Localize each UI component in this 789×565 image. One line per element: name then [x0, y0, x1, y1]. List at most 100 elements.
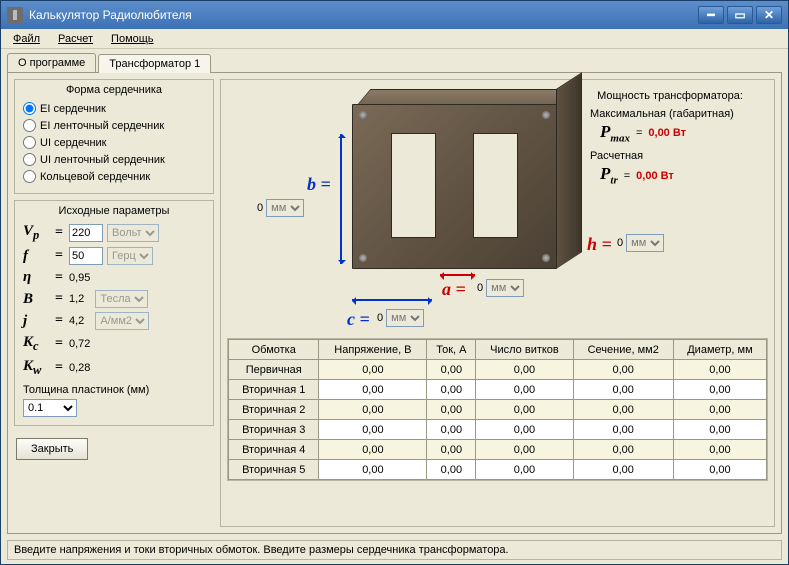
param-eta: η= 0,95	[23, 267, 205, 288]
table-cell[interactable]: 0,00	[673, 360, 766, 380]
tabstrip: О программе Трансформатор 1	[1, 49, 788, 72]
radio-ui[interactable]: UI сердечник	[23, 134, 205, 151]
table-cell[interactable]: 0,00	[319, 380, 427, 400]
f-unit: Герц	[107, 247, 153, 265]
close-button[interactable]: Закрыть	[16, 438, 88, 460]
table-row: Вторичная 30,000,000,000,000,00	[229, 420, 767, 440]
table-row: Вторичная 20,000,000,000,000,00	[229, 400, 767, 420]
power-title: Мощность трансформатора:	[576, 90, 764, 102]
param-vp: Vp = Вольт	[23, 221, 205, 245]
titlebar: Калькулятор Радиолюбителя ━ ▭ ✕	[1, 1, 788, 29]
table-cell[interactable]: 0,00	[319, 440, 427, 460]
winding-name: Вторичная 3	[229, 420, 319, 440]
param-f: f= Герц	[23, 245, 205, 267]
core-front-face	[352, 104, 557, 269]
dim-h-input-group: 0 мм	[617, 234, 664, 252]
minimize-button[interactable]: ━	[698, 6, 724, 24]
table-cell[interactable]: 0,00	[476, 360, 573, 380]
menubar: Файл Расчет Помощь	[1, 29, 788, 49]
kc-value: 0,72	[69, 338, 90, 350]
table-row: Вторичная 50,000,000,000,000,00	[229, 460, 767, 480]
vp-unit: Вольт	[107, 224, 159, 242]
thickness-row: Толщина пластинок (мм) 0.1	[23, 380, 205, 417]
table-cell[interactable]: 0,00	[319, 420, 427, 440]
ptr-value: 0,00 Вт	[636, 170, 674, 182]
f-input[interactable]	[69, 247, 103, 265]
dim-h-unit[interactable]: мм	[626, 234, 664, 252]
core-diagram: b = c = a = h = 0 мм 0 мм	[227, 84, 768, 334]
tab-transformer-1[interactable]: Трансформатор 1	[98, 54, 211, 73]
b-unit: Тесла	[95, 290, 148, 308]
winding-name: Вторичная 4	[229, 440, 319, 460]
table-cell[interactable]: 0,00	[673, 400, 766, 420]
core-window-left	[391, 133, 436, 238]
table-cell[interactable]: 0,00	[427, 380, 476, 400]
dim-a-unit[interactable]: мм	[486, 279, 524, 297]
table-cell[interactable]: 0,00	[573, 420, 673, 440]
screw-icon	[359, 254, 367, 262]
close-window-button[interactable]: ✕	[756, 6, 782, 24]
table-cell[interactable]: 0,00	[573, 460, 673, 480]
app-window: Калькулятор Радиолюбителя ━ ▭ ✕ Файл Рас…	[0, 0, 789, 565]
table-cell[interactable]: 0,00	[427, 460, 476, 480]
b-value: 1,2	[69, 293, 84, 305]
table-cell[interactable]: 0,00	[427, 420, 476, 440]
screw-icon	[542, 254, 550, 262]
winding-name: Первичная	[229, 360, 319, 380]
tab-about[interactable]: О программе	[7, 53, 96, 72]
menu-calc[interactable]: Расчет	[50, 31, 101, 47]
arrow-a	[440, 274, 475, 276]
core-window-right	[473, 133, 518, 238]
table-cell[interactable]: 0,00	[673, 440, 766, 460]
table-cell[interactable]: 0,00	[573, 400, 673, 420]
screw-icon	[542, 111, 550, 119]
table-cell[interactable]: 0,00	[427, 360, 476, 380]
dim-c-input-group: 0 мм	[377, 309, 424, 327]
param-kw: Kw =0,28	[23, 356, 205, 380]
j-unit: А/мм2	[95, 312, 149, 330]
table-cell[interactable]: 0,00	[319, 400, 427, 420]
radio-ui-tape[interactable]: UI ленточный сердечник	[23, 151, 205, 168]
core-shape-group: Форма сердечника EI сердечник EI ленточн…	[14, 79, 214, 194]
winding-name: Вторичная 2	[229, 400, 319, 420]
tabpage: Форма сердечника EI сердечник EI ленточн…	[7, 72, 782, 534]
menu-help[interactable]: Помощь	[103, 31, 162, 47]
table-cell[interactable]: 0,00	[673, 380, 766, 400]
table-cell[interactable]: 0,00	[573, 360, 673, 380]
table-cell[interactable]: 0,00	[476, 380, 573, 400]
table-cell[interactable]: 0,00	[476, 420, 573, 440]
dim-b-unit[interactable]: мм	[266, 199, 304, 217]
table-cell[interactable]: 0,00	[573, 380, 673, 400]
thickness-select[interactable]: 0.1	[23, 399, 77, 417]
radio-toroid[interactable]: Кольцевой сердечник	[23, 168, 205, 185]
window-title: Калькулятор Радиолюбителя	[29, 8, 698, 22]
table-cell[interactable]: 0,00	[673, 460, 766, 480]
table-cell[interactable]: 0,00	[476, 460, 573, 480]
table-cell[interactable]: 0,00	[573, 440, 673, 460]
table-cell[interactable]: 0,00	[476, 400, 573, 420]
maximize-button[interactable]: ▭	[727, 6, 753, 24]
table-cell[interactable]: 0,00	[427, 440, 476, 460]
radio-ei[interactable]: EI сердечник	[23, 100, 205, 117]
table-row: Вторичная 40,000,000,000,000,00	[229, 440, 767, 460]
table-cell[interactable]: 0,00	[673, 420, 766, 440]
table-cell[interactable]: 0,00	[319, 360, 427, 380]
statusbar: Введите напряжения и токи вторичных обмо…	[7, 540, 782, 560]
menu-file[interactable]: Файл	[5, 31, 48, 47]
table-cell[interactable]: 0,00	[427, 400, 476, 420]
j-value: 4,2	[69, 315, 84, 327]
kw-value: 0,28	[69, 362, 90, 374]
table-row: Вторичная 10,000,000,000,000,00	[229, 380, 767, 400]
app-icon	[7, 7, 23, 23]
dim-c-unit[interactable]: мм	[386, 309, 424, 327]
vp-input[interactable]	[69, 224, 103, 242]
windings-table: Обмотка Напряжение, В Ток, А Число витко…	[227, 338, 768, 481]
radio-ei-tape[interactable]: EI ленточный сердечник	[23, 117, 205, 134]
winding-name: Вторичная 1	[229, 380, 319, 400]
ptr-label: Расчетная	[576, 146, 764, 162]
thickness-label: Толщина пластинок (мм)	[23, 384, 205, 396]
table-cell[interactable]: 0,00	[319, 460, 427, 480]
arrow-b	[340, 134, 342, 264]
table-cell[interactable]: 0,00	[476, 440, 573, 460]
pmax-label: Максимальная (габаритная)	[576, 108, 764, 120]
